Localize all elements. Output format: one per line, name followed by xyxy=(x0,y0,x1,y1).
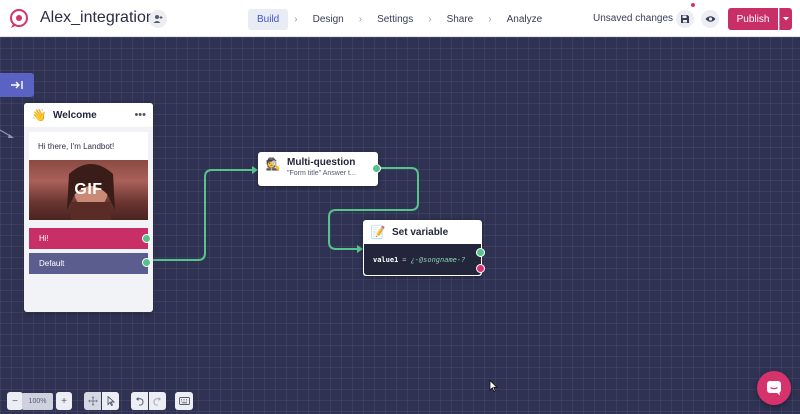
publish-button[interactable]: Publish xyxy=(728,8,778,30)
notification-dot xyxy=(691,3,695,7)
variable-value: ¿-@songname-? xyxy=(410,255,466,264)
top-bar: Alex_integration Build › Design › Settin… xyxy=(0,0,800,37)
mouse-cursor-icon xyxy=(489,380,498,392)
undo-icon xyxy=(136,396,144,406)
gif-media: GIF xyxy=(29,160,148,220)
chevron-down-icon xyxy=(783,17,789,21)
undo-button[interactable] xyxy=(131,392,148,410)
start-point-button[interactable] xyxy=(0,73,34,97)
add-collaborator-button[interactable] xyxy=(149,10,167,28)
chat-icon xyxy=(767,381,781,396)
app-title[interactable]: Alex_integration xyxy=(40,9,155,27)
publish-options-button[interactable] xyxy=(779,8,792,30)
reply-button-default[interactable]: Default xyxy=(29,253,148,274)
bot-message: Hi there, I'm Landbot! xyxy=(29,132,148,160)
gif-label: GIF xyxy=(74,181,103,198)
tab-build[interactable]: Build xyxy=(248,8,289,30)
node-header[interactable]: 🕵 Multi-question "Form title" Answer t..… xyxy=(258,152,378,186)
more-options-icon[interactable]: ••• xyxy=(134,109,146,121)
output-port-error[interactable] xyxy=(476,264,485,273)
incoming-connector-arrowhead xyxy=(8,134,14,138)
node-title: Welcome xyxy=(53,109,97,121)
nav-separator: › xyxy=(488,13,492,25)
pointer-icon xyxy=(107,396,115,406)
node-title: Multi-question xyxy=(287,157,356,168)
save-status: Unsaved changes xyxy=(593,13,674,24)
output-port-default[interactable] xyxy=(142,258,151,267)
flow-canvas[interactable]: 👋 Welcome ••• Hi there, I'm Landbot! GIF… xyxy=(0,37,800,414)
connector-default-to-multiquestion[interactable] xyxy=(147,169,252,261)
nav-separator: › xyxy=(294,13,298,25)
nav-separator: › xyxy=(428,13,432,25)
memo-icon: 📝 xyxy=(370,225,386,239)
tab-settings[interactable]: Settings xyxy=(368,9,422,30)
save-icon xyxy=(681,15,689,23)
output-port-hi[interactable] xyxy=(142,234,151,243)
reply-button-hi[interactable]: Hi! xyxy=(29,228,148,249)
pan-tool-button[interactable] xyxy=(84,392,101,410)
landbot-logo-icon[interactable] xyxy=(8,8,30,30)
node-header[interactable]: 👋 Welcome ••• xyxy=(24,103,153,127)
move-icon xyxy=(87,396,98,406)
zoom-out-button[interactable]: − xyxy=(7,392,23,410)
tab-analyze[interactable]: Analyze xyxy=(498,9,552,30)
node-title: Set variable xyxy=(392,226,449,238)
select-tool-button[interactable] xyxy=(102,392,119,410)
arrow-to-line-icon xyxy=(11,81,23,89)
welcome-node[interactable]: 👋 Welcome ••• Hi there, I'm Landbot! GIF… xyxy=(24,103,153,312)
multi-question-node[interactable]: 🕵 Multi-question "Form title" Answer t..… xyxy=(258,152,381,186)
node-subtitle: "Form title" Answer t... xyxy=(287,170,356,177)
redo-icon xyxy=(153,396,161,406)
variable-assignment: value1 = ¿-@songname-? xyxy=(364,244,481,275)
add-user-icon xyxy=(153,15,163,23)
zoom-in-button[interactable]: + xyxy=(56,392,72,410)
support-chat-button[interactable] xyxy=(757,371,791,405)
save-button[interactable] xyxy=(676,10,694,28)
redo-button[interactable] xyxy=(149,392,166,410)
tab-design[interactable]: Design xyxy=(304,9,353,30)
output-port[interactable] xyxy=(372,164,381,173)
nav-separator: › xyxy=(358,13,363,25)
detective-icon: 🕵 xyxy=(265,157,281,171)
main-nav: Build › Design › Settings › Share › Anal… xyxy=(248,8,551,30)
eye-icon xyxy=(705,16,715,22)
keyboard-icon xyxy=(178,397,190,405)
assignment-operator: = xyxy=(402,255,407,264)
set-variable-node[interactable]: 📝 Set variable value1 = ¿-@songname-? xyxy=(363,220,485,276)
waving-hand-icon: 👋 xyxy=(31,108,47,122)
node-header[interactable]: 📝 Set variable xyxy=(363,220,482,244)
zoom-level: 100% xyxy=(22,393,53,410)
keyboard-shortcuts-button[interactable] xyxy=(175,392,193,410)
output-port-success[interactable] xyxy=(476,248,485,257)
tab-share[interactable]: Share xyxy=(438,9,483,30)
preview-button[interactable] xyxy=(701,10,719,28)
variable-name: value1 xyxy=(373,255,399,264)
